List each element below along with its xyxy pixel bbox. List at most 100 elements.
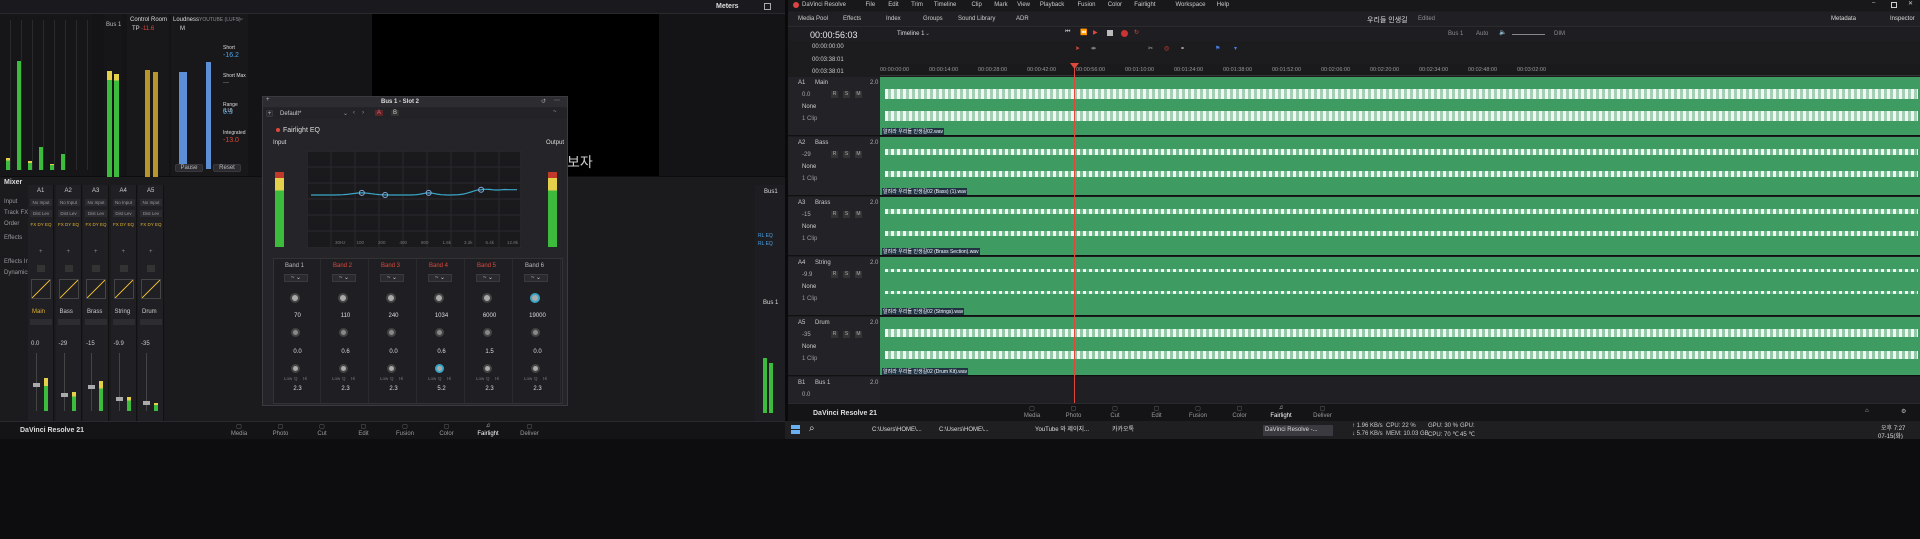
toolbar-button[interactable]: Media Pool (798, 16, 828, 22)
order-select[interactable]: FX DY EQ (58, 221, 80, 228)
metadata-button[interactable]: Metadata (1831, 16, 1856, 22)
menu-item[interactable]: Help (1217, 2, 1229, 8)
solo-button[interactable]: S (843, 151, 850, 158)
solo-button[interactable]: S (843, 331, 850, 338)
page-nav-edit[interactable]: ▢ Edit (345, 423, 383, 439)
audio-clip[interactable]: 알려라 우리들 인생길02 (Brass Section).wav (880, 197, 1920, 256)
more-icon[interactable]: ⋯ (237, 16, 243, 23)
track-fx-select[interactable]: Dist Lev (30, 210, 52, 217)
menu-item[interactable]: Fusion (1078, 2, 1096, 8)
menu-item[interactable]: Mark (994, 2, 1007, 8)
menu-item[interactable]: Color (1108, 2, 1122, 8)
mute-button[interactable]: M (855, 211, 862, 218)
minimize-icon[interactable]: – (1872, 0, 1875, 6)
band-name[interactable]: Band 1 (285, 263, 304, 269)
volume-icon[interactable]: 🔈 (1499, 29, 1506, 36)
freq-knob[interactable] (338, 293, 348, 303)
menu-item[interactable]: Fairlight (1134, 2, 1155, 8)
settings-icon[interactable]: ⚙ (1901, 408, 1906, 415)
input-select[interactable]: No Input (112, 199, 135, 206)
track-buttons[interactable] (85, 319, 107, 325)
page-nav-photo[interactable]: ▢ Photo (262, 423, 300, 439)
gain-knob[interactable] (531, 328, 540, 337)
freq-knob[interactable] (434, 293, 444, 303)
order-select[interactable]: FX DY EQ (30, 221, 52, 228)
solo-button[interactable]: S (843, 211, 850, 218)
order-select[interactable]: FX DY EQ (140, 221, 162, 228)
toolbar-button[interactable]: Groups (923, 16, 943, 22)
close-icon[interactable]: ✕ (1908, 0, 1913, 7)
menu-item[interactable]: Timeline (934, 2, 956, 8)
menu-item[interactable]: Edit (888, 2, 898, 8)
marker-icon[interactable]: ▾ (1234, 45, 1237, 52)
band-name[interactable]: Band 5 (477, 263, 496, 269)
solo-button[interactable]: S (843, 91, 850, 98)
freq-knob[interactable] (290, 293, 300, 303)
input-select[interactable]: No Input (57, 199, 80, 206)
dynamics-graph[interactable] (86, 279, 106, 299)
page-nav-color[interactable]: ▢ Color (1221, 405, 1259, 421)
menu-item[interactable]: Workspace (1176, 2, 1206, 8)
record-button[interactable]: R (831, 331, 838, 338)
rewind-start-icon[interactable]: ⏮ (1065, 29, 1070, 36)
gain-knob[interactable] (291, 328, 300, 337)
gain-knob[interactable] (435, 328, 444, 337)
prev-preset-icon[interactable]: ‹ (353, 110, 355, 116)
filter-type-select[interactable]: ~ ⌄ (428, 274, 452, 282)
menu-item[interactable]: Clip (972, 2, 982, 8)
page-nav-deliver[interactable]: ▢ Deliver (1304, 405, 1342, 421)
effects-in-button[interactable] (119, 265, 128, 272)
reset-icon[interactable]: ↺ (541, 98, 546, 105)
record-button[interactable]: R (831, 211, 838, 218)
next-preset-icon[interactable]: › (362, 110, 364, 116)
dynamics-graph[interactable] (58, 279, 79, 299)
bus-select[interactable]: None (802, 284, 816, 290)
filter-type-select[interactable]: ~ ⌄ (476, 274, 500, 282)
page-nav-photo[interactable]: ▢ Photo (1055, 405, 1093, 421)
record-button[interactable]: R (831, 151, 838, 158)
reset-button[interactable]: Reset (213, 164, 241, 172)
freq-knob[interactable] (386, 293, 396, 303)
solo-button[interactable]: S (843, 271, 850, 278)
fader-handle[interactable] (33, 383, 40, 387)
page-nav-edit[interactable]: ▢ Edit (1138, 405, 1176, 421)
flag-icon[interactable]: ⚑ (1215, 45, 1220, 52)
effects-in-button[interactable] (147, 265, 155, 272)
band-name[interactable]: Band 6 (525, 263, 544, 269)
maximize-icon[interactable] (764, 3, 771, 10)
freq-knob[interactable] (530, 293, 540, 303)
eq-graph[interactable] (307, 151, 521, 248)
taskbar-app[interactable]: C:\Users\HOME\... (870, 425, 932, 436)
taskbar-app[interactable]: C:\Users\HOME\... (937, 425, 999, 436)
pause-button[interactable]: Pause (175, 164, 203, 172)
fader-handle[interactable] (115, 397, 123, 401)
audio-clip[interactable]: 알려라 우리들 인생길02 (Strings).wav (880, 257, 1920, 316)
add-preset-button[interactable]: + (266, 110, 273, 117)
page-nav-fairlight[interactable]: ♫ Fairlight (469, 423, 507, 439)
effects-add-button[interactable]: + (67, 249, 71, 255)
menu-item[interactable]: Playback (1040, 2, 1064, 8)
taskbar-app[interactable]: DaVinci Resolve -... (1263, 425, 1333, 436)
menu-item[interactable]: DaVinci Resolve (802, 2, 846, 8)
mute-button[interactable]: M (855, 271, 862, 278)
track-buttons[interactable] (30, 319, 52, 325)
order-select[interactable]: FX DY EQ (113, 221, 135, 228)
q-knob[interactable] (435, 364, 444, 373)
eq-more-icon[interactable]: ⋯ (554, 97, 560, 104)
page-nav-color[interactable]: ▢ Color (428, 423, 466, 439)
playhead[interactable] (1074, 64, 1075, 403)
track-fx-select[interactable]: Dist Lev (85, 210, 107, 217)
chevron-down-icon[interactable]: ⌄ (343, 110, 348, 117)
range-icon[interactable]: ⇹ (1091, 45, 1096, 52)
filter-type-select[interactable]: ~ ⌄ (284, 274, 308, 282)
gain-knob[interactable] (387, 328, 396, 337)
toolbar-button[interactable]: Index (886, 16, 901, 22)
q-knob[interactable] (531, 364, 540, 373)
page-nav-fairlight[interactable]: ♫ Fairlight (1262, 405, 1300, 421)
q-knob[interactable] (483, 364, 492, 373)
record-button[interactable]: R (831, 91, 838, 98)
dynamics-graph[interactable] (113, 279, 134, 299)
mute-button[interactable]: M (855, 151, 862, 158)
menu-item[interactable]: View (1017, 2, 1030, 8)
gain-knob[interactable] (483, 328, 492, 337)
